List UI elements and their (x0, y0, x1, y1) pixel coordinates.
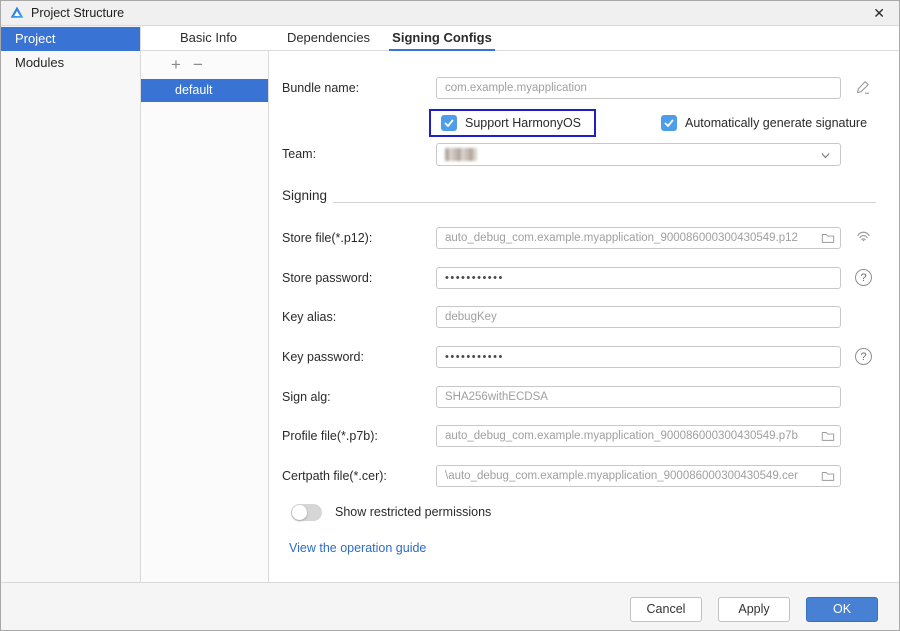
team-label: Team: (282, 147, 317, 161)
team-redacted-value (445, 148, 477, 161)
store-password-value: ••••••••••• (445, 272, 504, 284)
profile-file-value: auto_debug_com.example.myapplication_900… (445, 430, 798, 442)
key-password-input[interactable]: ••••••••••• (436, 346, 841, 368)
sidebar-item-label: Modules (15, 55, 65, 70)
folder-icon[interactable] (821, 429, 835, 443)
key-alias-value: debugKey (445, 311, 497, 323)
key-password-help-icon[interactable]: ? (855, 348, 872, 365)
add-config-button[interactable]: + (167, 53, 185, 77)
certpath-file-value: \auto_debug_com.example.myapplication_90… (445, 470, 798, 482)
support-harmonyos-checkbox[interactable] (441, 115, 457, 131)
operation-guide-link[interactable]: View the operation guide (289, 541, 426, 555)
toggle-knob (292, 505, 307, 520)
tab-dependencies[interactable]: Dependencies (271, 26, 386, 51)
signing-configs-form: Bundle name: com.example.myapplication S… (269, 51, 899, 583)
tab-basic-info[interactable]: Basic Info (156, 26, 261, 51)
store-password-input[interactable]: ••••••••••• (436, 267, 841, 289)
fingerprint-icon[interactable] (855, 228, 872, 245)
store-password-help-icon[interactable]: ? (855, 269, 872, 286)
config-list-panel: + − default (141, 51, 269, 583)
sign-alg-value: SHA256withECDSA (445, 391, 548, 403)
folder-icon[interactable] (821, 231, 835, 245)
tab-signing-configs[interactable]: Signing Configs (389, 26, 495, 52)
sidebar-item-label: Project (15, 31, 56, 46)
chevron-down-icon (821, 153, 830, 159)
bundle-name-label: Bundle name: (282, 81, 360, 95)
team-select[interactable] (436, 143, 841, 166)
bundle-name-input[interactable]: com.example.myapplication (436, 77, 841, 99)
check-icon (664, 119, 674, 127)
auto-generate-signature-label: Automatically generate signature (685, 116, 868, 130)
close-icon[interactable]: ✕ (869, 1, 889, 25)
store-file-label: Store file(*.p12): (282, 231, 373, 245)
left-nav-panel: Project Modules (1, 26, 141, 583)
sidebar-item-project[interactable]: Project (1, 27, 140, 51)
show-restricted-permissions-label: Show restricted permissions (335, 505, 492, 519)
profile-file-input[interactable]: auto_debug_com.example.myapplication_900… (436, 425, 841, 447)
dialog-footer: Cancel Apply OK (1, 582, 899, 630)
tab-bar: Basic Info Dependencies Signing Configs (141, 26, 899, 52)
store-file-input[interactable]: auto_debug_com.example.myapplication_900… (436, 227, 841, 249)
certpath-file-label: Certpath file(*.cer): (282, 469, 387, 483)
deveco-logo-icon (10, 6, 24, 18)
signing-section-divider (333, 202, 876, 203)
titlebar: Project Structure ✕ (1, 1, 899, 26)
cancel-button[interactable]: Cancel (630, 597, 702, 622)
apply-button[interactable]: Apply (718, 597, 790, 622)
bundle-name-value: com.example.myapplication (445, 82, 587, 94)
ok-button[interactable]: OK (806, 597, 878, 622)
check-icon (444, 119, 454, 127)
store-password-label: Store password: (282, 271, 373, 285)
certpath-file-input[interactable]: \auto_debug_com.example.myapplication_90… (436, 465, 841, 487)
remove-config-button[interactable]: − (189, 53, 207, 77)
key-password-label: Key password: (282, 350, 364, 364)
support-harmonyos-label: Support HarmonyOS (465, 116, 582, 130)
show-restricted-permissions-toggle[interactable] (291, 504, 322, 521)
project-structure-dialog: Project Structure ✕ Project Modules Basi… (0, 0, 900, 631)
signing-section-title: Signing (282, 188, 328, 203)
sign-alg-input[interactable]: SHA256withECDSA (436, 386, 841, 408)
config-toolbar: + − (141, 51, 268, 79)
auto-generate-signature-checkbox[interactable] (661, 115, 677, 131)
key-alias-input[interactable]: debugKey (436, 306, 841, 328)
key-alias-label: Key alias: (282, 310, 337, 324)
profile-file-label: Profile file(*.p7b): (282, 429, 378, 443)
config-item-default[interactable]: default (141, 79, 268, 102)
sidebar-item-modules[interactable]: Modules (1, 51, 140, 75)
sign-alg-label: Sign alg: (282, 390, 331, 404)
window-title: Project Structure (31, 6, 125, 20)
edit-pencil-icon[interactable] (855, 79, 871, 95)
key-password-value: ••••••••••• (445, 351, 504, 363)
folder-icon[interactable] (821, 469, 835, 483)
store-file-value: auto_debug_com.example.myapplication_900… (445, 232, 798, 244)
